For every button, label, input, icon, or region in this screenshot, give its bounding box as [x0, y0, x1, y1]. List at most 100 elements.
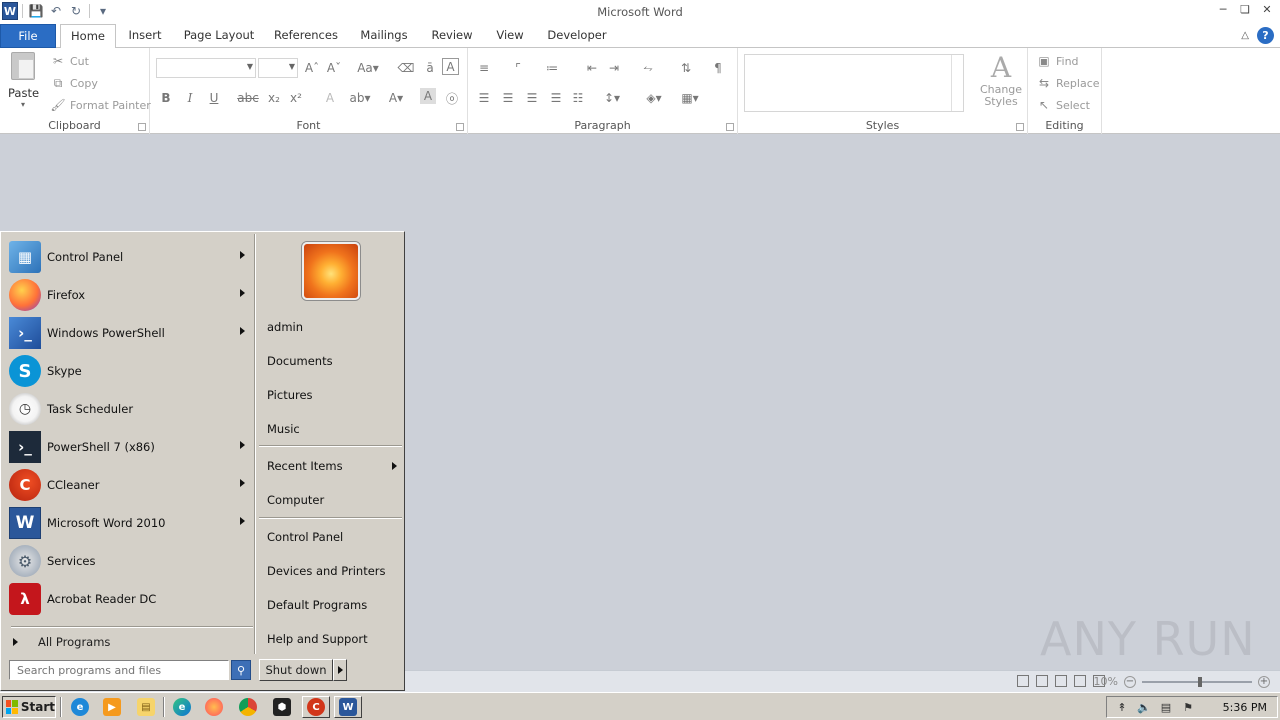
- text-effects-icon[interactable]: A: [320, 88, 340, 108]
- tab-mailings[interactable]: Mailings: [354, 24, 414, 48]
- program-powershell-7[interactable]: ›_ PowerShell 7 (x86): [9, 429, 249, 465]
- link-user[interactable]: admin: [267, 320, 303, 334]
- help-icon[interactable]: ?: [1257, 27, 1274, 44]
- program-task-scheduler[interactable]: ◷ Task Scheduler: [9, 391, 249, 427]
- tab-insert[interactable]: Insert: [122, 24, 168, 48]
- tab-developer[interactable]: Developer: [542, 24, 612, 48]
- program-microsoft-word[interactable]: W Microsoft Word 2010: [9, 505, 249, 541]
- character-shading-icon[interactable]: A: [420, 88, 436, 104]
- network-icon[interactable]: ▤: [1159, 700, 1173, 714]
- link-default-programs[interactable]: Default Programs: [267, 598, 367, 612]
- align-center-icon[interactable]: ☰: [498, 88, 518, 108]
- zoom-slider[interactable]: [1142, 676, 1252, 687]
- taskbar-ccleaner[interactable]: C: [302, 696, 330, 718]
- styles-launcher-icon[interactable]: [1016, 123, 1024, 131]
- copy-button[interactable]: ⧉ Copy: [50, 75, 98, 91]
- close-icon[interactable]: ✕: [1260, 2, 1274, 16]
- minimize-ribbon-icon[interactable]: △: [1241, 30, 1249, 41]
- zoom-level[interactable]: 10%: [1094, 675, 1118, 688]
- shrink-font-icon[interactable]: Aˇ: [324, 58, 344, 78]
- distributed-icon[interactable]: ☷: [568, 88, 588, 108]
- outline-icon[interactable]: [1074, 675, 1086, 687]
- print-layout-icon[interactable]: [1017, 675, 1029, 687]
- tab-view[interactable]: View: [490, 24, 530, 48]
- change-case-icon[interactable]: Aa▾: [354, 58, 382, 78]
- volume-icon[interactable]: 🔈: [1137, 700, 1151, 714]
- styles-gallery[interactable]: [744, 54, 964, 112]
- shutdown-button[interactable]: Shut down: [259, 659, 333, 681]
- decrease-indent-icon[interactable]: ⇤: [582, 58, 602, 78]
- program-control-panel[interactable]: ▦ Control Panel: [9, 239, 249, 275]
- action-center-flag-icon[interactable]: ⚑: [1181, 700, 1195, 714]
- program-services[interactable]: ⚙ Services: [9, 543, 249, 579]
- format-painter-button[interactable]: 🖌 Format Painter: [50, 97, 150, 113]
- clipboard-launcher-icon[interactable]: [138, 123, 146, 131]
- tab-page-layout[interactable]: Page Layout: [180, 24, 258, 48]
- taskbar-ie[interactable]: e: [66, 696, 94, 718]
- paragraph-launcher-icon[interactable]: [726, 123, 734, 131]
- underline-icon[interactable]: U: [204, 88, 224, 108]
- clock[interactable]: 5:36 PM: [1223, 701, 1267, 714]
- styles-gallery-scroll[interactable]: [951, 55, 963, 111]
- highlight-icon[interactable]: ab▾: [350, 88, 371, 108]
- start-button[interactable]: Start: [2, 696, 56, 718]
- taskbar-chrome[interactable]: [234, 696, 262, 718]
- character-border-icon[interactable]: A: [442, 58, 459, 75]
- full-screen-reading-icon[interactable]: [1036, 675, 1048, 687]
- tab-review[interactable]: Review: [426, 24, 478, 48]
- replace-button[interactable]: ⇆ Replace: [1036, 75, 1100, 91]
- show-hidden-icons-icon[interactable]: ↟: [1115, 700, 1129, 714]
- asian-layout-icon[interactable]: ⥊: [638, 58, 658, 78]
- search-icon[interactable]: ⚲: [231, 660, 251, 680]
- align-left-icon[interactable]: ☰: [474, 88, 494, 108]
- grow-font-icon[interactable]: Aˆ: [302, 58, 322, 78]
- program-windows-powershell[interactable]: ›_ Windows PowerShell: [9, 315, 249, 351]
- program-acrobat-reader[interactable]: λ Acrobat Reader DC: [9, 581, 249, 617]
- link-computer[interactable]: Computer: [267, 493, 324, 507]
- shutdown-options-button[interactable]: [333, 659, 347, 681]
- show-formatting-icon[interactable]: ¶: [708, 58, 728, 78]
- link-music[interactable]: Music: [267, 422, 300, 436]
- font-size-combo[interactable]: ▼: [258, 58, 298, 78]
- change-styles-button[interactable]: A Change Styles: [976, 52, 1026, 108]
- font-launcher-icon[interactable]: [456, 123, 464, 131]
- cut-button[interactable]: ✂ Cut: [50, 53, 89, 69]
- shading-icon[interactable]: ◈▾: [644, 88, 664, 108]
- italic-icon[interactable]: I: [180, 88, 200, 108]
- all-programs-button[interactable]: All Programs: [13, 635, 110, 649]
- link-control-panel[interactable]: Control Panel: [267, 530, 343, 544]
- program-ccleaner[interactable]: C CCleaner: [9, 467, 249, 503]
- select-button[interactable]: ↖ Select: [1036, 97, 1090, 113]
- bullets-icon[interactable]: ≡: [474, 58, 494, 78]
- link-recent-items[interactable]: Recent Items: [267, 459, 343, 473]
- zoom-in-icon[interactable]: +: [1258, 675, 1270, 688]
- increase-indent-icon[interactable]: ⇥: [604, 58, 624, 78]
- clear-formatting-icon[interactable]: ⌫: [396, 58, 416, 78]
- taskbar-firefox[interactable]: [200, 696, 228, 718]
- user-avatar[interactable]: [302, 242, 360, 300]
- taskbar-media-player[interactable]: ▶: [98, 696, 126, 718]
- taskbar-edge[interactable]: e: [168, 696, 196, 718]
- taskbar-word[interactable]: W: [334, 696, 362, 718]
- find-button[interactable]: ▣ Find: [1036, 53, 1078, 69]
- phonetic-guide-icon[interactable]: ā: [420, 58, 440, 78]
- link-devices-printers[interactable]: Devices and Printers: [267, 564, 386, 578]
- tab-home[interactable]: Home: [60, 24, 116, 49]
- zoom-out-icon[interactable]: −: [1124, 675, 1136, 688]
- tab-references[interactable]: References: [270, 24, 342, 48]
- minimize-icon[interactable]: ─: [1216, 2, 1230, 16]
- bold-icon[interactable]: B: [156, 88, 176, 108]
- web-layout-icon[interactable]: [1055, 675, 1067, 687]
- search-input[interactable]: [9, 660, 229, 680]
- borders-icon[interactable]: ▦▾: [680, 88, 700, 108]
- line-spacing-icon[interactable]: ↕▾: [602, 88, 622, 108]
- restore-icon[interactable]: ❏: [1238, 2, 1252, 16]
- numbering-icon[interactable]: ⌜: [508, 58, 528, 78]
- strikethrough-icon[interactable]: abc: [237, 88, 259, 108]
- subscript-icon[interactable]: x₂: [264, 88, 284, 108]
- enclose-characters-icon[interactable]: ⓞ: [442, 88, 462, 108]
- program-firefox[interactable]: Firefox: [9, 277, 249, 313]
- justify-icon[interactable]: ☰: [546, 88, 566, 108]
- multilevel-list-icon[interactable]: ≔: [542, 58, 562, 78]
- zoom-slider-thumb[interactable]: [1198, 676, 1202, 687]
